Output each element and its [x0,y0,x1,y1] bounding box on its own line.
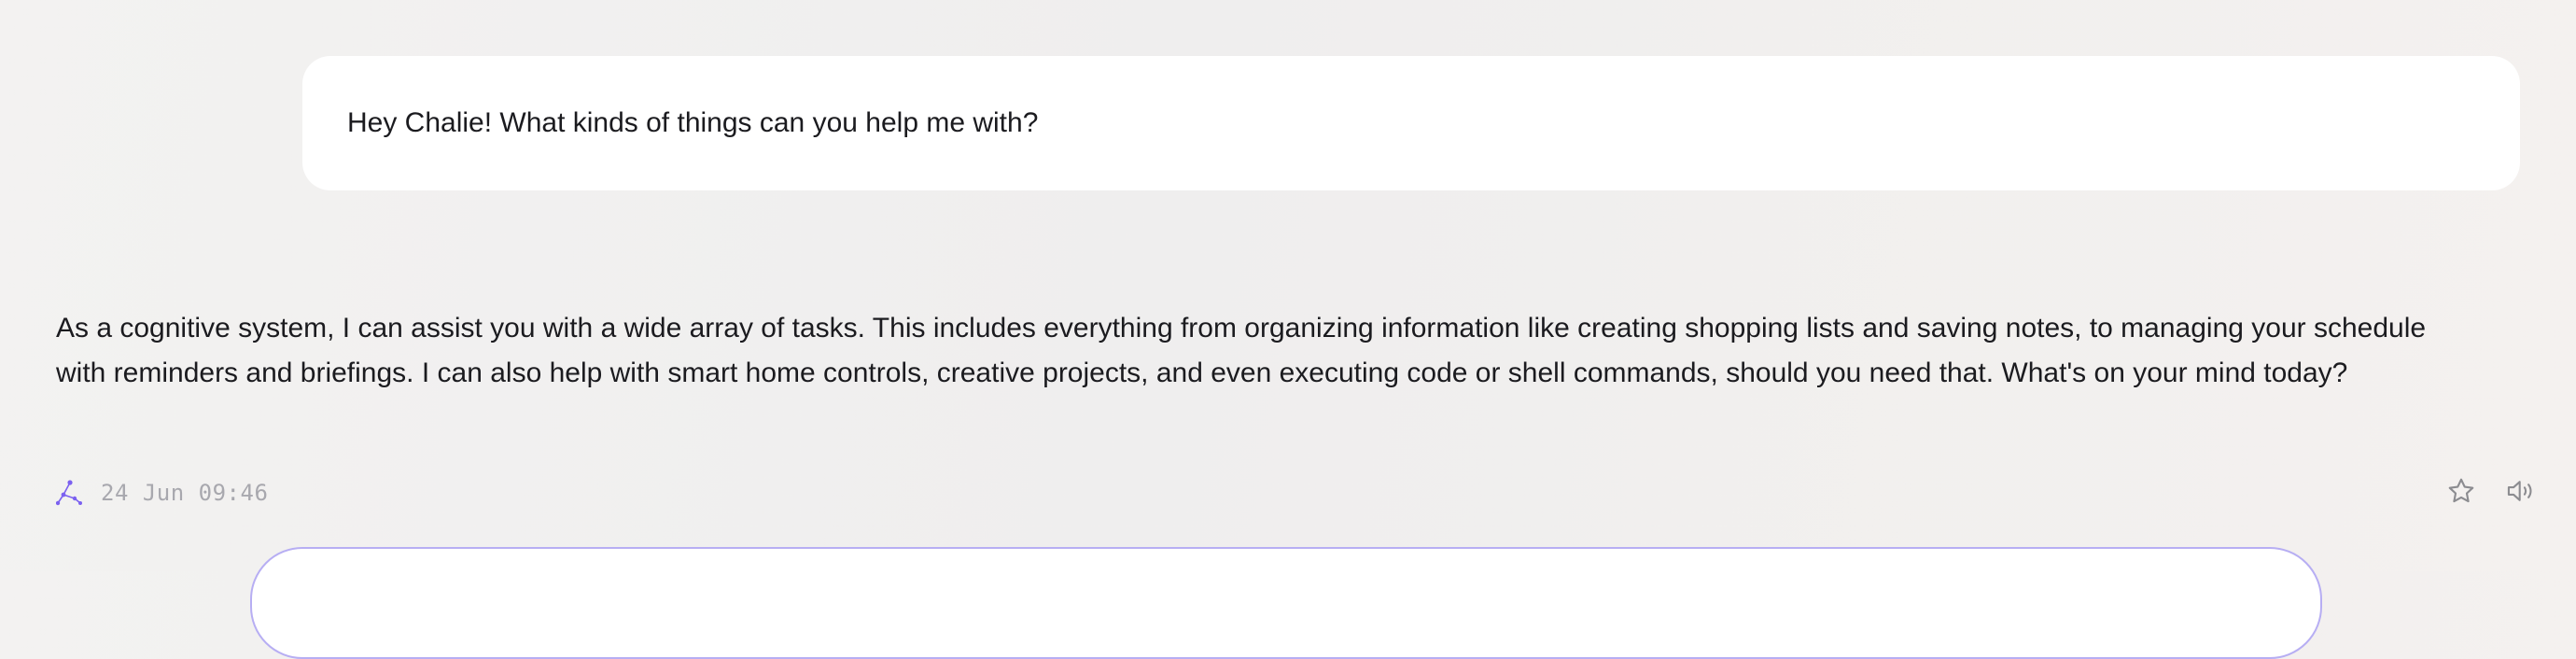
read-aloud-button[interactable] [2503,475,2539,511]
message-actions [2443,474,2539,512]
constellation-logo-icon [55,480,82,506]
speaker-icon [2505,476,2537,511]
assistant-message-text: As a cognitive system, I can assist you … [56,313,2427,388]
message-timestamp: 24 Jun 09:46 [101,480,269,506]
assistant-message-meta: 24 Jun 09:46 [55,476,269,510]
star-icon [2446,476,2476,511]
favorite-button[interactable] [2443,475,2479,511]
message-composer[interactable] [250,547,2322,659]
user-message-bubble: Hey Chalie! What kinds of things can you… [302,56,2520,190]
user-message-text: Hey Chalie! What kinds of things can you… [347,107,1039,138]
